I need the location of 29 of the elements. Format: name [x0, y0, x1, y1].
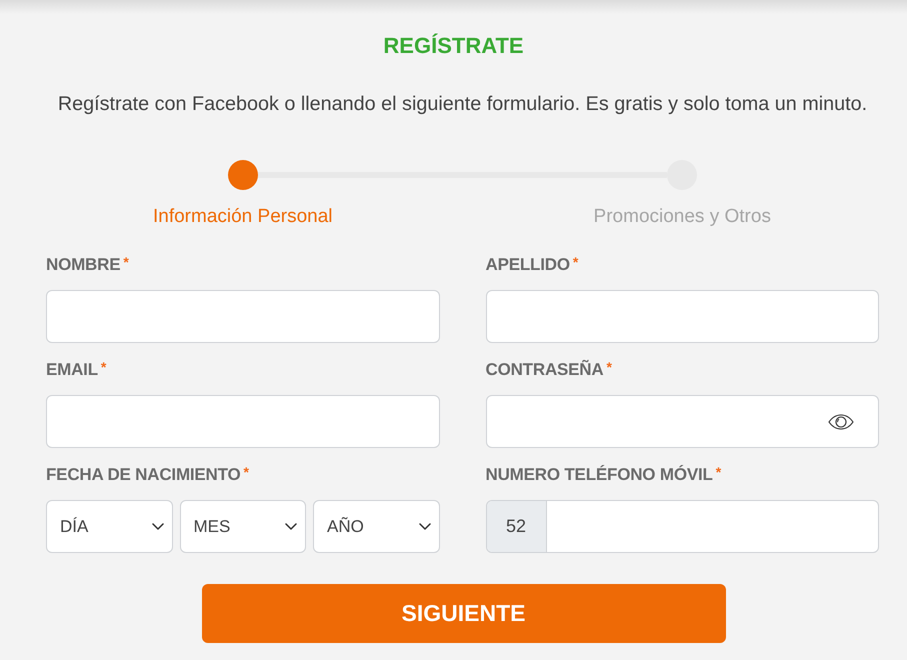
field-label: NOMBRE [46, 255, 120, 275]
subtitle: Regístrate con Facebook o llenando el siguiente formulario. Es gratis y solo toma un minuto. [58, 92, 868, 116]
step-label: Información Personal [152, 206, 333, 228]
password-field[interactable] [486, 395, 879, 448]
input-field[interactable] [46, 395, 440, 448]
phone-field[interactable]: 52 [486, 500, 879, 553]
dropdown-select[interactable]: DÍA [46, 500, 172, 553]
chevron-down-icon [285, 523, 297, 530]
country-code-prefix: 52 [486, 501, 546, 552]
required-asterisk: * [572, 255, 578, 269]
step-label: Promociones y Otros [594, 206, 771, 228]
field-label: CONTRASEÑA [486, 360, 604, 380]
field-label: APELLIDO [486, 255, 570, 275]
required-asterisk: * [716, 465, 722, 479]
page-title: REGÍSTRATE [383, 32, 524, 60]
required-asterisk: * [606, 360, 612, 374]
field-label: NUMERO TELÉFONO MÓVIL [486, 465, 713, 485]
input-field[interactable] [46, 290, 440, 343]
field-label: EMAIL [46, 360, 98, 380]
eye-icon[interactable] [828, 414, 854, 430]
required-asterisk: * [244, 465, 249, 479]
chevron-down-icon [152, 523, 164, 530]
input-field[interactable] [486, 290, 879, 343]
chevron-down-icon [418, 523, 430, 530]
dropdown-select[interactable]: AÑO [313, 500, 440, 553]
required-asterisk: * [123, 255, 129, 269]
field-label: FECHA DE NACIMIENTO [46, 465, 241, 485]
dropdown-select[interactable]: MES [180, 500, 306, 553]
required-asterisk: * [100, 360, 106, 374]
